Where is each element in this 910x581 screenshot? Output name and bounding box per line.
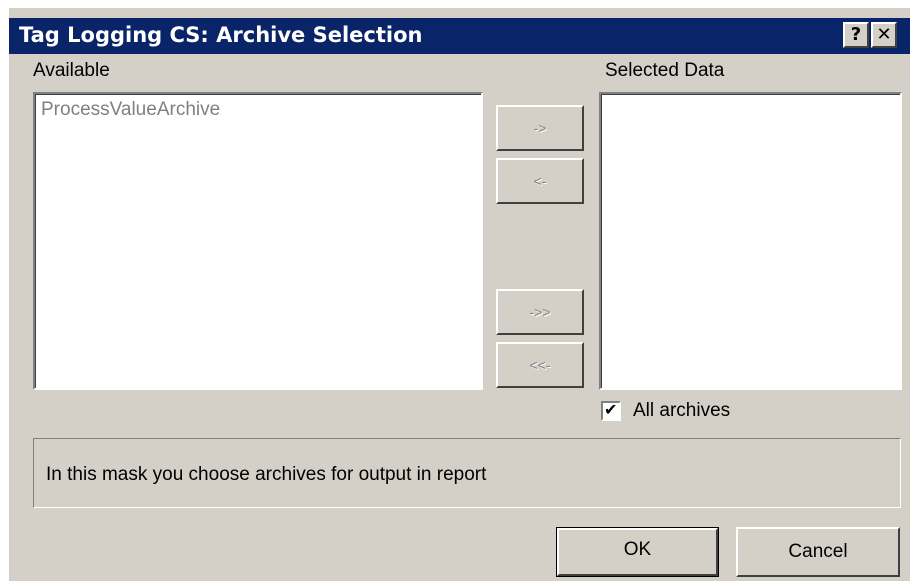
info-text: In this mask you choose archives for out… [46, 464, 487, 485]
available-label: Available [33, 60, 110, 81]
all-archives-label: All archives [633, 400, 731, 421]
checkmark-icon: ✔ [604, 400, 618, 419]
remove-button[interactable]: <- [496, 158, 584, 204]
available-list[interactable]: ProcessValueArchive [33, 92, 483, 390]
close-button[interactable]: ✕ [871, 22, 897, 48]
title-bar[interactable]: Tag Logging CS: Archive Selection ? ✕ [9, 18, 910, 54]
help-icon: ? [850, 24, 862, 45]
add-button[interactable]: -> [496, 105, 584, 151]
ok-button[interactable]: OK [556, 527, 719, 577]
ok-button-label: OK [623, 539, 652, 560]
archive-selection-dialog: Tag Logging CS: Archive Selection ? ✕ Av… [9, 8, 910, 581]
window-title: Tag Logging CS: Archive Selection [19, 23, 423, 47]
all-archives-checkbox[interactable]: ✔ [601, 400, 621, 421]
list-item[interactable]: ProcessValueArchive [41, 99, 220, 121]
add-all-button[interactable]: ->> [496, 289, 584, 335]
remove-button-label: <- [533, 173, 547, 189]
selected-data-label: Selected Data [605, 60, 725, 81]
close-icon: ✕ [876, 24, 892, 45]
cancel-button[interactable]: Cancel [736, 527, 900, 577]
add-button-label: -> [533, 120, 547, 136]
help-button[interactable]: ? [843, 22, 869, 48]
add-all-button-label: ->> [529, 304, 551, 320]
info-panel: In this mask you choose archives for out… [33, 438, 901, 508]
remove-all-button-label: <<- [529, 357, 551, 373]
remove-all-button[interactable]: <<- [496, 342, 584, 388]
selected-data-list[interactable] [599, 92, 902, 390]
cancel-button-label: Cancel [788, 541, 848, 562]
